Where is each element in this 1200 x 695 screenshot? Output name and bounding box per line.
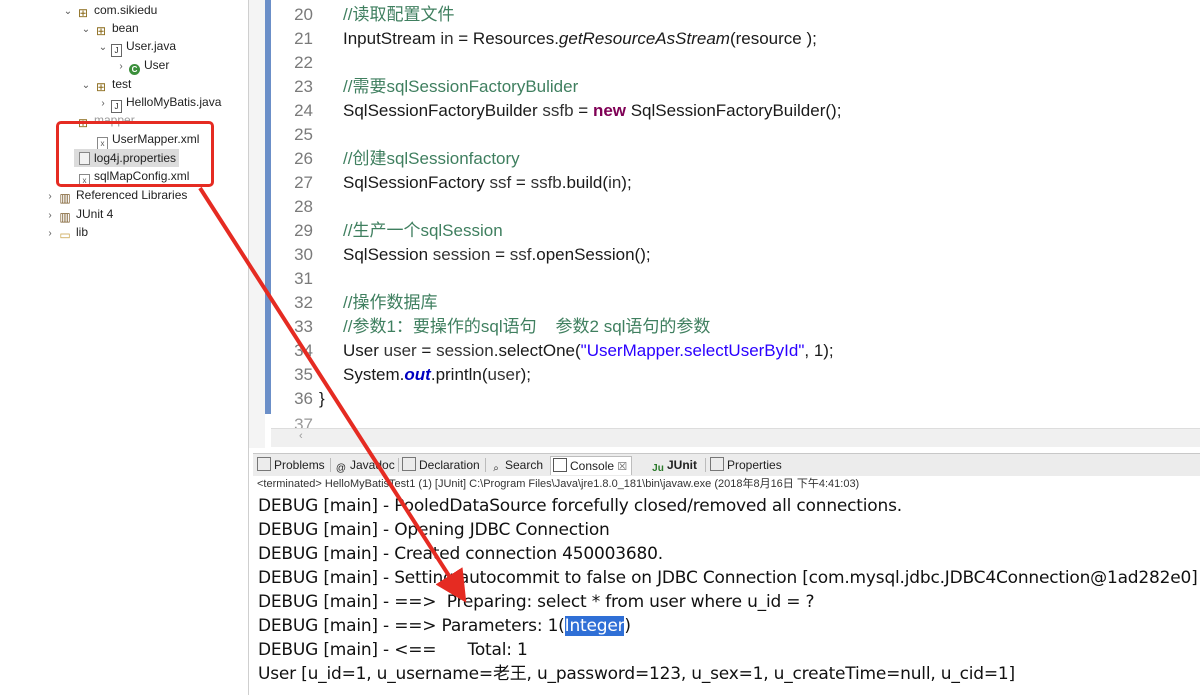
annotation-arrow (198, 186, 467, 603)
